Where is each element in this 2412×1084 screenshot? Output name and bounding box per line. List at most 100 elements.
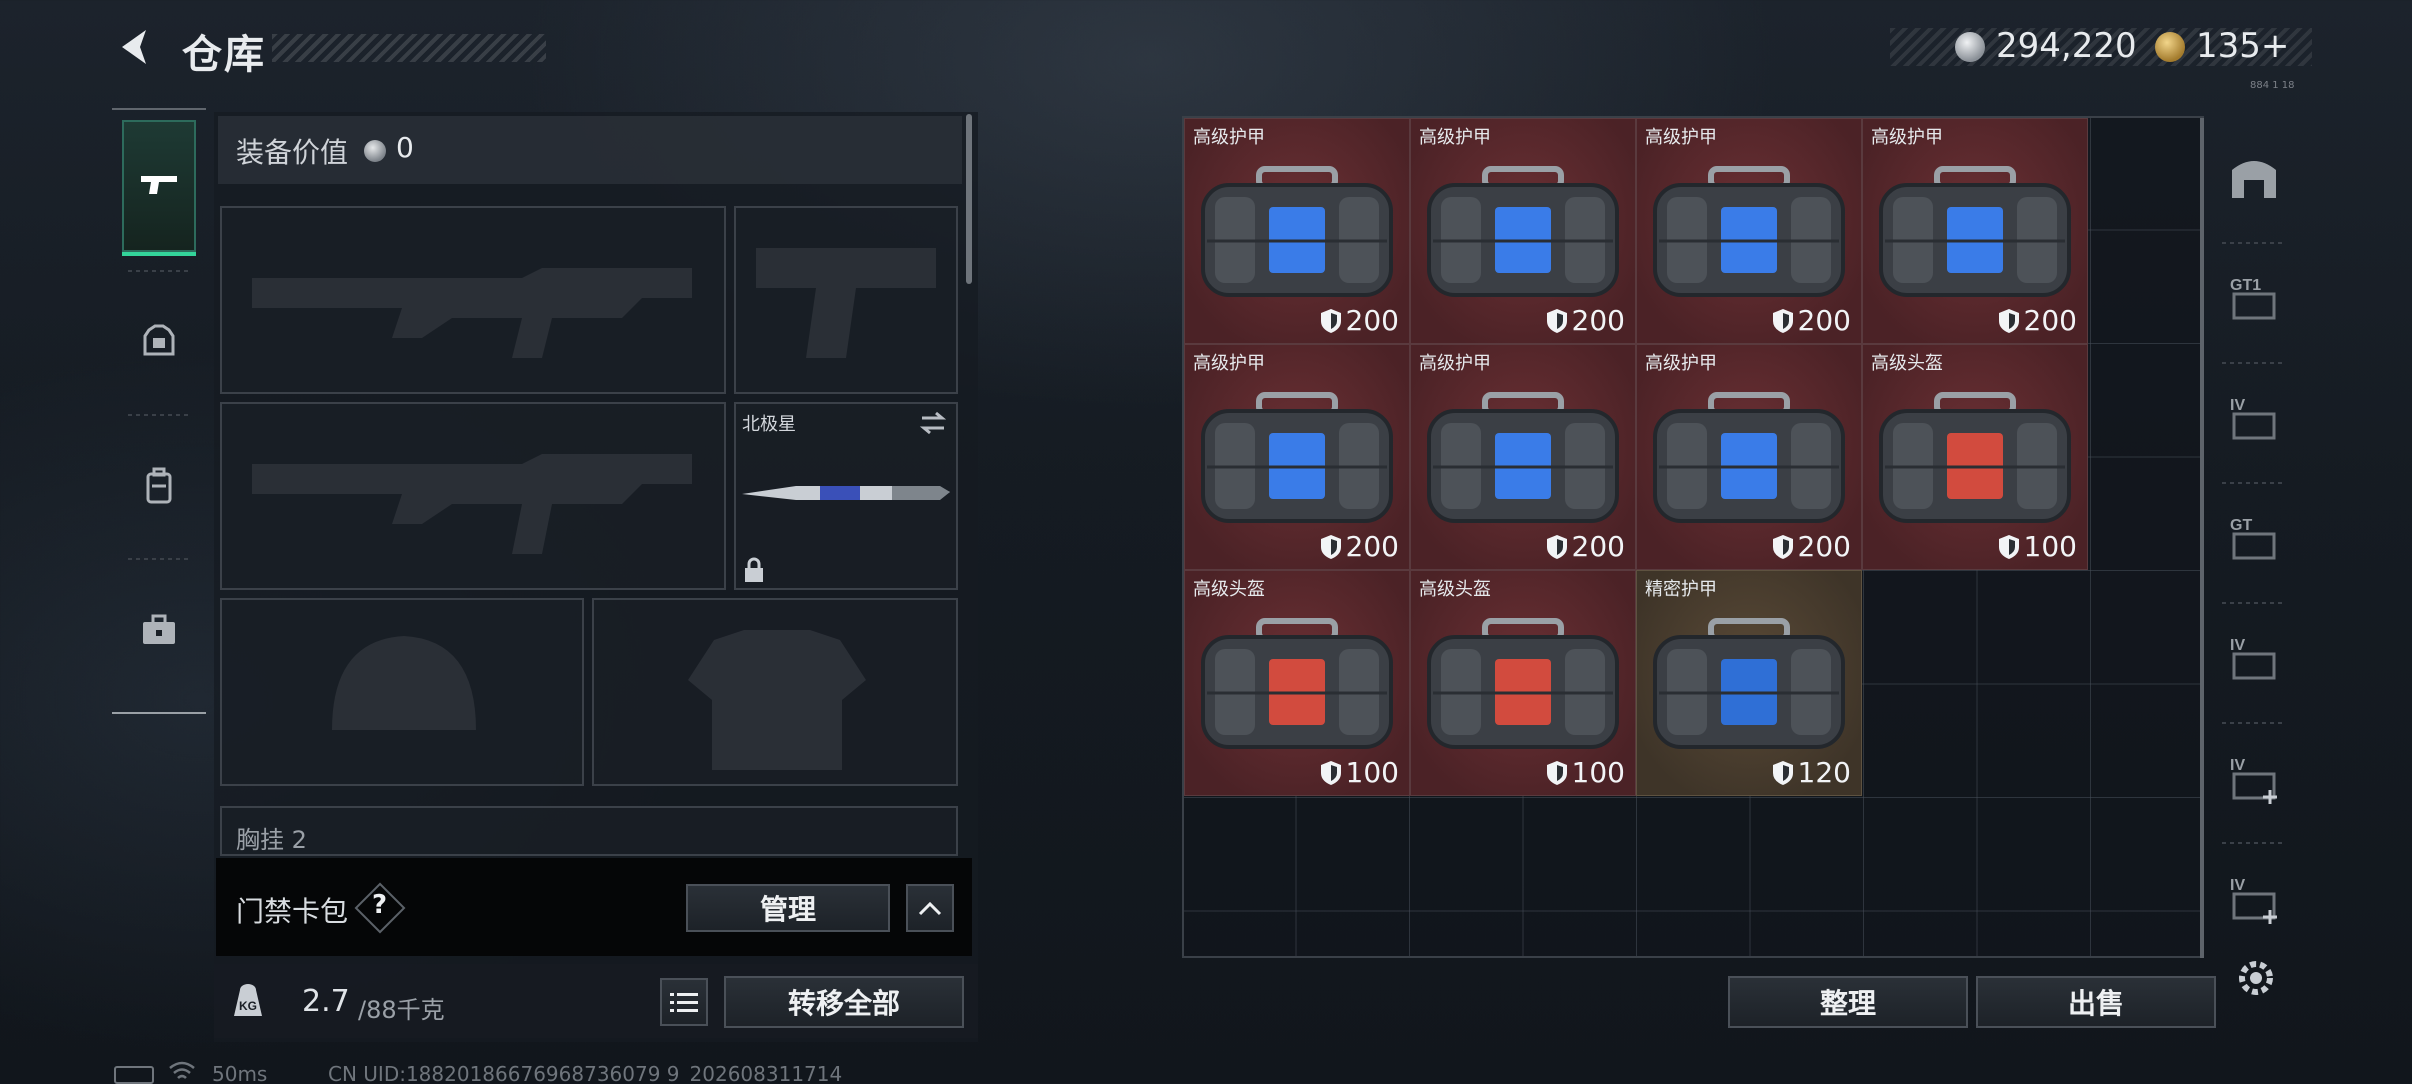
- silver-amount: 294,220: [1996, 26, 2137, 66]
- item-name: 高级护甲: [1645, 353, 1717, 374]
- tab-separator: [2222, 842, 2282, 844]
- iv-plus-tab-icon[interactable]: IV: [2226, 750, 2282, 806]
- equipment-scrollbar[interactable]: [966, 114, 972, 284]
- storage-item[interactable]: 精密护甲 120: [1636, 570, 1862, 796]
- durability-value: 200: [2023, 304, 2077, 337]
- durability: 200: [1320, 530, 1399, 563]
- tab-label: GT1: [2230, 277, 2261, 294]
- storage-item[interactable]: 高级护甲 200: [1184, 344, 1410, 570]
- list-view-button[interactable]: [660, 978, 708, 1026]
- transfer-all-button[interactable]: 转移全部: [724, 976, 964, 1028]
- gold-amount[interactable]: 135+: [2196, 26, 2289, 66]
- helmet-slot[interactable]: [220, 598, 584, 786]
- storage-item[interactable]: 高级头盔 100: [1184, 570, 1410, 796]
- item-name: 高级头盔: [1419, 579, 1491, 600]
- shield-icon: [1546, 534, 1567, 559]
- iv-plus-tab-icon[interactable]: IV: [2226, 870, 2282, 926]
- shield-icon: [1320, 534, 1341, 559]
- sell-button[interactable]: 出售: [1976, 976, 2216, 1028]
- durability-value: 200: [1345, 304, 1399, 337]
- armor-vest-icon: [143, 324, 175, 356]
- back-arrow-icon[interactable]: [110, 22, 160, 72]
- storage-item[interactable]: 高级护甲 200: [1410, 344, 1636, 570]
- durability: 120: [1772, 756, 1851, 789]
- rail-separator: [128, 414, 188, 416]
- gt1-tab-icon[interactable]: GT1: [2226, 270, 2282, 326]
- chevron-up-icon: [918, 901, 942, 916]
- tab-label: IV: [2230, 757, 2245, 774]
- durability: 100: [1546, 756, 1625, 789]
- storage-item[interactable]: 高级护甲 200: [1410, 118, 1636, 344]
- chest-rig-slot[interactable]: [220, 806, 958, 856]
- secondary-weapon-slot[interactable]: [220, 402, 726, 590]
- item-name: 精密护甲: [1645, 579, 1717, 600]
- durability-value: 200: [1797, 530, 1851, 563]
- duffel-bag-icon: [1653, 166, 1845, 297]
- swap-icon[interactable]: [918, 410, 948, 436]
- item-name: 高级护甲: [1193, 353, 1265, 374]
- primary-weapon-slot[interactable]: [220, 206, 726, 394]
- category-toolbox[interactable]: [122, 564, 196, 696]
- duffel-bag-icon: [1427, 392, 1619, 523]
- storage-scrollbar[interactable]: [2200, 118, 2204, 958]
- tab-separator: [2222, 602, 2282, 604]
- pistol-slot[interactable]: [734, 206, 958, 394]
- silver-coin-icon: [1955, 32, 1985, 62]
- durability-value: 200: [1345, 530, 1399, 563]
- category-armor[interactable]: [122, 276, 196, 408]
- gt-tab-icon[interactable]: GT: [2226, 510, 2282, 566]
- gear-icon[interactable]: [2234, 956, 2278, 1000]
- storage-item[interactable]: 高级护甲 200: [1862, 118, 2088, 344]
- tab-separator: [2222, 722, 2282, 724]
- durability-value: 200: [1571, 530, 1625, 563]
- tab-separator: [2222, 362, 2282, 364]
- duffel-bag-icon: [1879, 166, 2071, 297]
- chest-rig-label: 胸挂 2: [236, 826, 307, 854]
- rifle-silhouette-icon: [252, 454, 692, 554]
- ping: 50ms: [212, 1062, 268, 1084]
- sort-button[interactable]: 整理: [1728, 976, 1968, 1028]
- lock-icon: [745, 557, 763, 582]
- category-backpack[interactable]: [122, 420, 196, 552]
- item-name: 高级护甲: [1419, 353, 1491, 374]
- storage-item[interactable]: 高级护甲 200: [1636, 118, 1862, 344]
- tab-separator: [2222, 482, 2282, 484]
- page-title: 仓库: [182, 32, 266, 78]
- iv-tab-icon[interactable]: IV: [2226, 630, 2282, 686]
- pistol-silhouette-icon: [756, 248, 936, 358]
- shield-icon: [1546, 760, 1567, 785]
- current-weight: 2.7: [302, 984, 350, 1019]
- rifle-silhouette-icon: [252, 268, 692, 358]
- user-uid: CN UID:18820186676968736079 9_2026083117…: [328, 1062, 843, 1084]
- item-name: 高级头盔: [1193, 579, 1265, 600]
- duffel-bag-icon: [1427, 166, 1619, 297]
- storage-item[interactable]: 高级头盔 100: [1410, 570, 1636, 796]
- iv-tab-icon[interactable]: IV: [2226, 390, 2282, 446]
- storage-home-icon[interactable]: [2226, 150, 2282, 206]
- gold-coin-icon: [2155, 32, 2185, 62]
- category-weapons[interactable]: [122, 120, 196, 256]
- storage-item[interactable]: 高级护甲 200: [1184, 118, 1410, 344]
- durability-value: 200: [1571, 304, 1625, 337]
- item-name: 高级护甲: [1419, 127, 1491, 148]
- help-icon[interactable]: ?: [372, 890, 387, 920]
- duffel-bag-icon: [1653, 392, 1845, 523]
- durability-value: 100: [1571, 756, 1625, 789]
- item-name: 高级头盔: [1871, 353, 1943, 374]
- tiny-label: 884 1 18: [2250, 80, 2295, 91]
- storage-item[interactable]: 高级护甲 200: [1636, 344, 1862, 570]
- wifi-icon: [169, 1061, 195, 1079]
- tab-label: GT: [2230, 517, 2252, 534]
- shield-icon: [1772, 308, 1793, 333]
- duffel-bag-icon: [1201, 618, 1393, 749]
- card-pack-label: 门禁卡包: [236, 895, 349, 928]
- body-armor-slot[interactable]: [592, 598, 958, 786]
- equipment-value: 0: [396, 131, 414, 164]
- kg-label: KG: [239, 999, 257, 1013]
- shield-icon: [1998, 534, 2019, 559]
- max-weight: /88千克: [358, 996, 445, 1024]
- storage-item[interactable]: 高级头盔 100: [1862, 344, 2088, 570]
- duffel-bag-icon: [1879, 392, 2071, 523]
- manage-button[interactable]: 管理: [686, 884, 890, 932]
- collapse-button[interactable]: [906, 884, 954, 932]
